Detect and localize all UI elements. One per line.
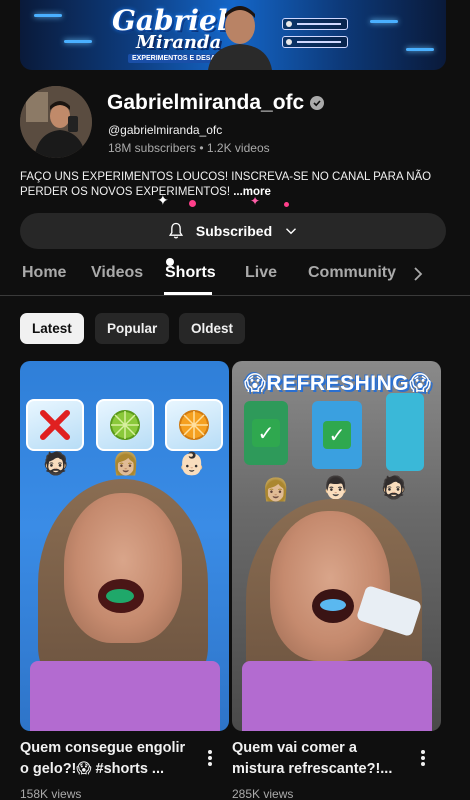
channel-description-text: FAÇO UNS EXPERIMENTOS LOUCOS! INSCREVA-S… [20,171,432,198]
subscribed-label: Subscribed [195,223,273,239]
banner-light-decoration [370,20,398,23]
sparkle-dot [189,200,196,207]
green-ice-shape [106,589,134,603]
bearded-man-emoji-icon: 🧔🏻 [380,475,408,500]
more-options-icon[interactable] [203,748,217,768]
short-thumbnail[interactable]: 😱REFRESHING😱 ✓ ✓ 👩🏼 👨🏻 🧔🏻 [232,361,441,731]
channel-handle: @gabrielmiranda_ofc [108,123,223,137]
refreshing-label: REFRESHING [266,372,410,395]
sparkle-icon: ✦ [250,194,261,208]
mint-jar-product-image: ✓ [312,401,362,469]
short-title[interactable]: Quem consegue engolir o gelo?!😱 #shorts … [20,738,195,780]
tab-community[interactable]: Community [308,264,396,282]
woman-emoji-icon: 👩🏼 [112,451,140,476]
verified-badge-icon [310,96,325,110]
ice-cube-cross-image [26,399,84,451]
subscribed-button[interactable]: Subscribed [20,213,446,249]
chevron-down-icon [286,228,297,235]
short-view-count: 285K views [232,787,294,800]
man-emoji-icon: 👨🏻 [322,475,350,500]
video-count: 1.2K videos [206,141,270,155]
meta-separator: • [196,141,207,155]
channel-description[interactable]: FAÇO UNS EXPERIMENTOS LOUCOS! INSCREVA-S… [20,170,440,200]
channel-name: Gabrielmiranda_ofc [107,91,325,115]
chevron-right-icon[interactable] [410,264,426,284]
shirt-shape [242,661,432,731]
banner-social-instagram [282,18,348,30]
baby-emoji-icon: 👶🏻 [178,451,206,476]
filter-chip-popular[interactable]: Popular [95,313,170,344]
bell-icon [168,222,183,239]
channel-avatar[interactable] [20,86,92,158]
channel-meta: 18M subscribers • 1.2K videos [108,141,270,155]
banner-person-image [208,6,272,70]
filter-chip-oldest[interactable]: Oldest [179,313,246,344]
channel-banner: Gabriel Miranda EXPERIMENTOS E DESAFIOS [20,0,446,70]
blue-mints-shape [320,599,346,611]
active-tab-indicator [164,292,212,295]
more-options-icon[interactable] [416,748,430,768]
channel-tabs: Home Videos Shorts Live Community [0,252,470,296]
tictac-product-image: ✓ [244,401,288,465]
banner-light-decoration [406,48,434,51]
avatar-image [20,86,92,158]
tab-live[interactable]: Live [245,264,277,282]
shirt-shape [30,661,220,731]
filter-chip-latest[interactable]: Latest [20,313,84,344]
banner-light-decoration [64,40,92,43]
woman-emoji-icon: 👩🏼 [262,477,290,502]
subscriber-count: 18M subscribers [108,141,197,155]
short-thumbnail[interactable]: 🧔🏻 👩🏼 👶🏻 [20,361,229,731]
channel-name-text: Gabrielmiranda_ofc [107,91,305,114]
tab-shorts[interactable]: Shorts [165,264,216,282]
banner-light-decoration [34,14,62,17]
bearded-man-emoji-icon: 🧔🏻 [42,451,70,476]
short-view-count: 158K views [20,787,82,800]
tab-home[interactable]: Home [22,264,66,282]
banner-social-tiktok [282,36,348,48]
ice-cube-orange-image [165,399,223,451]
ice-cube-lime-image [96,399,154,451]
sparkle-icon: ✦ [157,192,169,208]
short-title[interactable]: Quem vai comer a mistura refrescante?!..… [232,738,407,780]
sparkle-dot [284,202,289,207]
tab-videos[interactable]: Videos [91,264,143,282]
face-shape [64,493,182,643]
mouthwash-product-image [386,393,424,471]
